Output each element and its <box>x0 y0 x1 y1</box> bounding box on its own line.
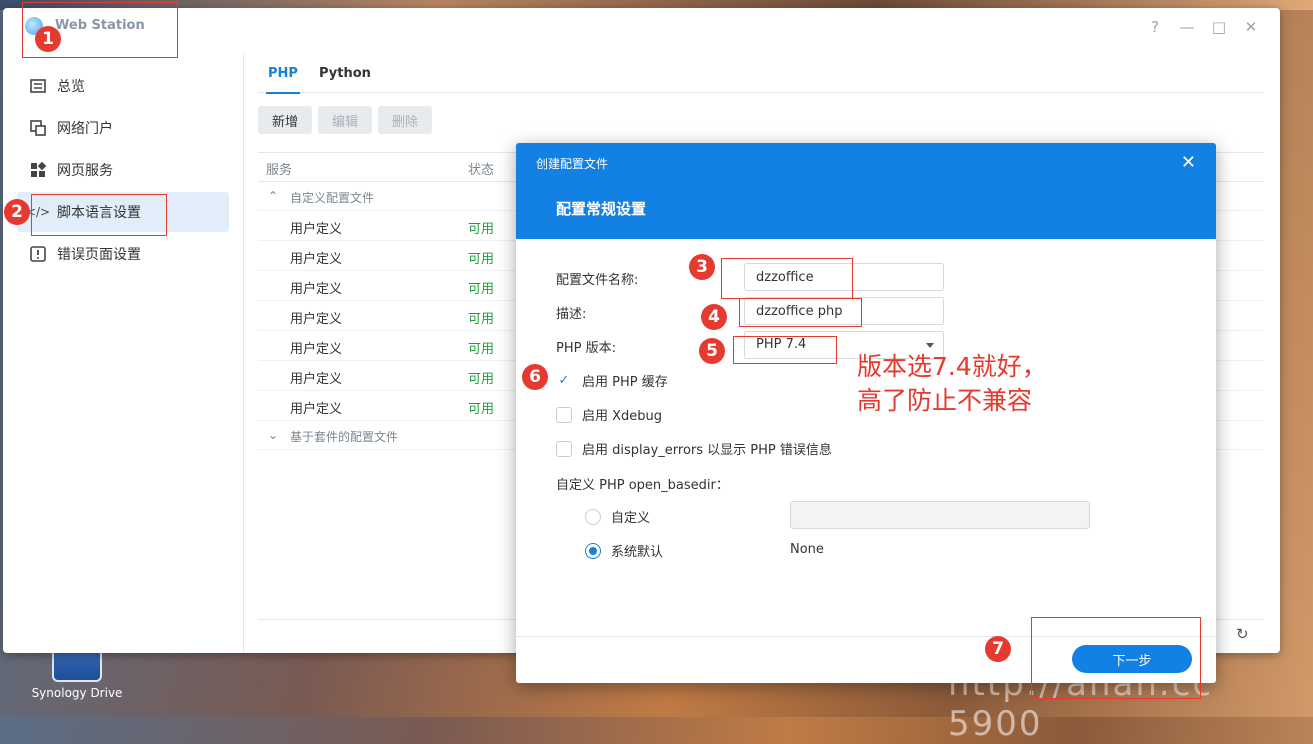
sidebar-item-error-page[interactable]: 错误页面设置 <box>17 234 229 274</box>
sidebar-item-label: 网页服务 <box>57 163 113 179</box>
toolbar: 新增 编辑 删除 <box>258 106 433 134</box>
enable-xdebug-checkbox[interactable] <box>556 406 572 423</box>
dialog-subtitle: 配置常规设置 <box>556 200 647 218</box>
sidebar: 总览 网络门户 网页服务 </> 脚本语言设置 错误页面设置 <box>3 54 244 653</box>
sidebar-item-label: 总览 <box>57 79 85 95</box>
profile-name-label: 配置文件名称: <box>556 273 639 288</box>
dialog-footer-divider <box>516 636 1216 637</box>
radio-custom-row: 自定义 <box>585 507 650 526</box>
php-version-label: PHP 版本: <box>556 341 616 356</box>
row-name: 用户定义 <box>290 312 343 327</box>
display-errors-label: 启用 display_errors 以显示 PHP 错误信息 <box>582 443 832 458</box>
row-name: 用户定义 <box>290 372 343 387</box>
sidebar-item-label: 脚本语言设置 <box>57 205 141 221</box>
radio-default-label: 系统默认 <box>611 545 664 560</box>
radio-custom-label: 自定义 <box>611 511 651 526</box>
dialog-caption: 创建配置文件 <box>536 157 609 171</box>
error-page-icon <box>29 245 47 263</box>
row-name: 用户定义 <box>290 252 343 267</box>
dialog-close-icon[interactable]: ✕ <box>1181 152 1196 173</box>
row-status: 可用 <box>468 342 495 357</box>
chevron-up-icon: ⌃ <box>268 189 279 203</box>
tab-php[interactable]: PHP <box>266 66 300 94</box>
refresh-icon[interactable]: ↻ <box>1236 625 1249 643</box>
enable-cache-checkbox[interactable]: ✓ <box>556 373 572 389</box>
code-icon: </> <box>25 205 51 219</box>
window-controls: ? — □ ✕ <box>1146 18 1260 36</box>
help-icon[interactable]: ? <box>1146 18 1164 36</box>
php-version-value: PHP 7.4 <box>756 337 807 352</box>
row-status: 可用 <box>468 402 495 417</box>
default-value: None <box>790 542 824 557</box>
enable-xdebug-row: 启用 Xdebug <box>556 405 662 424</box>
close-icon[interactable]: ✕ <box>1242 18 1260 36</box>
annotation-badge-3: 3 <box>689 254 715 280</box>
annotation-badge-2: 2 <box>4 199 30 225</box>
column-header-service[interactable]: 服务 <box>266 159 292 178</box>
row-name: 用户定义 <box>290 282 343 297</box>
edit-button[interactable]: 编辑 <box>318 106 373 134</box>
row-name: 用户定义 <box>290 342 343 357</box>
app-title: Web Station <box>55 18 145 33</box>
column-header-status[interactable]: 状态 <box>468 159 494 178</box>
annotation-badge-5: 5 <box>699 338 725 364</box>
radio-default-row: 系统默认 <box>585 541 663 560</box>
annotation-note-line1: 版本选7.4就好， <box>857 352 1047 381</box>
annotation-note-line2: 高了防止不兼容 <box>857 386 1033 415</box>
annotation-badge-7: 7 <box>985 636 1011 662</box>
description-label: 描述: <box>556 307 587 322</box>
dialog-header: 创建配置文件 ✕ 配置常规设置 <box>516 143 1216 239</box>
add-button[interactable]: 新增 <box>258 106 313 134</box>
tab-bar: PHP Python <box>258 54 1264 94</box>
row-status: 可用 <box>468 222 495 237</box>
row-status: 可用 <box>468 252 495 267</box>
row-status: 可用 <box>468 282 495 297</box>
annotation-badge-6: 6 <box>522 364 548 390</box>
group-label: 基于套件的配置文件 <box>290 430 399 444</box>
next-button[interactable]: 下一步 <box>1072 645 1192 673</box>
annotation-badge-1: 1 <box>35 26 61 52</box>
sidebar-item-web-service[interactable]: 网页服务 <box>17 150 229 190</box>
desktop-icon-label: Synology Drive <box>31 686 123 700</box>
sidebar-item-overview[interactable]: 总览 <box>17 66 229 106</box>
enable-xdebug-label: 启用 Xdebug <box>582 409 663 424</box>
sidebar-item-label: 错误页面设置 <box>57 247 141 263</box>
sidebar-item-label: 网络门户 <box>57 121 113 137</box>
row-name: 用户定义 <box>290 222 343 237</box>
delete-button[interactable]: 删除 <box>378 106 433 134</box>
radio-custom[interactable] <box>585 508 601 525</box>
portal-icon <box>29 119 47 137</box>
web-service-icon <box>29 161 47 179</box>
annotation-badge-4: 4 <box>701 304 727 330</box>
row-status: 可用 <box>468 372 495 387</box>
profile-name-input[interactable] <box>744 263 944 291</box>
display-errors-row: 启用 display_errors 以显示 PHP 错误信息 <box>556 439 832 458</box>
chevron-down-icon: ⌄ <box>268 428 279 442</box>
open-basedir-label: 自定义 PHP open_basedir： <box>556 478 729 493</box>
enable-cache-label: 启用 PHP 缓存 <box>582 375 668 390</box>
radio-default[interactable] <box>585 542 601 559</box>
display-errors-checkbox[interactable] <box>556 440 572 457</box>
row-status: 可用 <box>468 312 495 327</box>
enable-cache-row: ✓ 启用 PHP 缓存 <box>556 371 668 390</box>
minimize-icon[interactable]: — <box>1178 18 1196 36</box>
open-basedir-input[interactable] <box>790 501 1090 529</box>
description-input[interactable] <box>744 297 944 325</box>
row-name: 用户定义 <box>290 402 343 417</box>
overview-icon <box>29 77 47 95</box>
sidebar-item-script-language[interactable]: </> 脚本语言设置 <box>17 192 229 232</box>
annotation-note: 版本选7.4就好， 高了防止不兼容 <box>857 350 1047 418</box>
tab-python[interactable]: Python <box>319 66 371 81</box>
sidebar-item-portal[interactable]: 网络门户 <box>17 108 229 148</box>
caret-down-icon <box>926 343 934 348</box>
maximize-icon[interactable]: □ <box>1210 18 1228 36</box>
title-bar: Web Station ? — □ ✕ <box>3 8 1280 46</box>
group-label: 自定义配置文件 <box>290 191 375 205</box>
